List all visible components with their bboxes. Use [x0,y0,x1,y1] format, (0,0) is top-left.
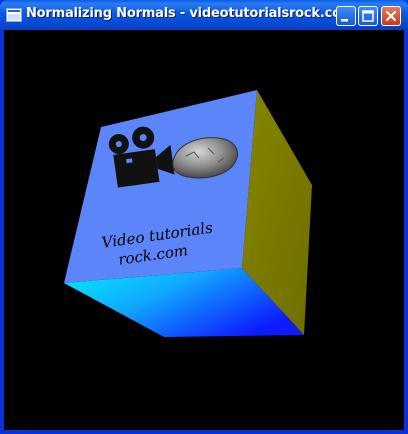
title-bar[interactable]: Normalizing Normals - videotutorialsrock… [0,0,408,30]
render-viewport[interactable]: Video tutorials rock.com [4,30,404,430]
maximize-button[interactable] [358,6,378,26]
app-icon[interactable] [6,8,22,22]
minimize-button[interactable] [336,6,356,26]
window-title: Normalizing Normals - videotutorialsrock… [26,6,355,21]
maximize-icon [362,10,374,22]
close-icon [385,10,397,22]
cube-scene: Video tutorials rock.com [64,90,312,337]
minimize-icon [341,19,348,22]
app-window: Normalizing Normals - videotutorialsrock… [0,0,408,434]
close-button[interactable] [381,6,401,26]
